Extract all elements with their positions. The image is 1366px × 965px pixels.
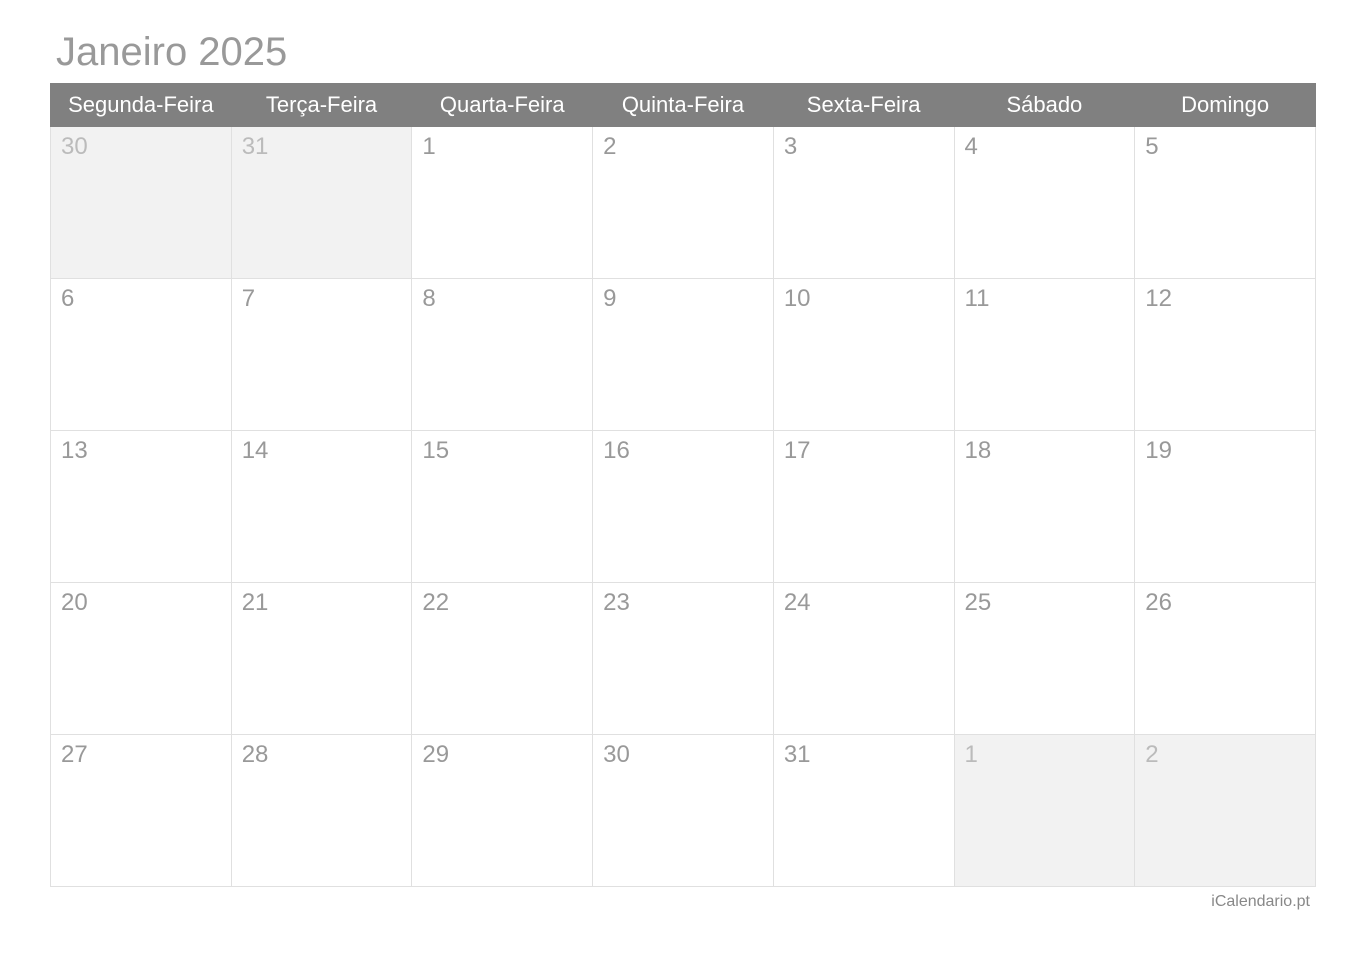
calendar-day-cell: 31 bbox=[231, 127, 412, 279]
weekday-header: Sábado bbox=[954, 84, 1135, 127]
calendar-day-cell: 3 bbox=[773, 127, 954, 279]
calendar-day-cell: 25 bbox=[954, 583, 1135, 735]
calendar-day-cell: 30 bbox=[593, 735, 774, 887]
calendar-day-cell: 1 bbox=[954, 735, 1135, 887]
footer-credit: iCalendario.pt bbox=[50, 893, 1316, 911]
calendar-day-cell: 17 bbox=[773, 431, 954, 583]
calendar-week-row: 27 28 29 30 31 1 2 bbox=[51, 735, 1316, 887]
calendar-day-cell: 6 bbox=[51, 279, 232, 431]
calendar-day-cell: 8 bbox=[412, 279, 593, 431]
calendar-day-cell: 23 bbox=[593, 583, 774, 735]
calendar-day-cell: 28 bbox=[231, 735, 412, 887]
calendar-day-cell: 14 bbox=[231, 431, 412, 583]
calendar-day-cell: 26 bbox=[1135, 583, 1316, 735]
calendar-week-row: 30 31 1 2 3 4 5 bbox=[51, 127, 1316, 279]
calendar-week-row: 6 7 8 9 10 11 12 bbox=[51, 279, 1316, 431]
calendar-day-cell: 16 bbox=[593, 431, 774, 583]
calendar-body: 30 31 1 2 3 4 5 6 7 8 9 10 11 12 13 14 1… bbox=[51, 127, 1316, 887]
calendar-day-cell: 5 bbox=[1135, 127, 1316, 279]
calendar-day-cell: 1 bbox=[412, 127, 593, 279]
weekday-header-row: Segunda-Feira Terça-Feira Quarta-Feira Q… bbox=[51, 84, 1316, 127]
calendar-grid: Segunda-Feira Terça-Feira Quarta-Feira Q… bbox=[50, 83, 1316, 887]
weekday-header: Domingo bbox=[1135, 84, 1316, 127]
weekday-header: Terça-Feira bbox=[231, 84, 412, 127]
calendar-day-cell: 24 bbox=[773, 583, 954, 735]
calendar-day-cell: 20 bbox=[51, 583, 232, 735]
calendar-day-cell: 29 bbox=[412, 735, 593, 887]
weekday-header: Quarta-Feira bbox=[412, 84, 593, 127]
calendar-day-cell: 22 bbox=[412, 583, 593, 735]
calendar-title: Janeiro 2025 bbox=[56, 30, 1316, 75]
calendar-day-cell: 18 bbox=[954, 431, 1135, 583]
calendar-day-cell: 13 bbox=[51, 431, 232, 583]
calendar-day-cell: 19 bbox=[1135, 431, 1316, 583]
calendar-day-cell: 7 bbox=[231, 279, 412, 431]
calendar-week-row: 20 21 22 23 24 25 26 bbox=[51, 583, 1316, 735]
calendar-day-cell: 12 bbox=[1135, 279, 1316, 431]
calendar-day-cell: 11 bbox=[954, 279, 1135, 431]
calendar-day-cell: 21 bbox=[231, 583, 412, 735]
calendar-week-row: 13 14 15 16 17 18 19 bbox=[51, 431, 1316, 583]
weekday-header: Segunda-Feira bbox=[51, 84, 232, 127]
calendar-day-cell: 2 bbox=[1135, 735, 1316, 887]
calendar-day-cell: 15 bbox=[412, 431, 593, 583]
calendar-day-cell: 10 bbox=[773, 279, 954, 431]
calendar-day-cell: 4 bbox=[954, 127, 1135, 279]
calendar-day-cell: 2 bbox=[593, 127, 774, 279]
weekday-header: Quinta-Feira bbox=[593, 84, 774, 127]
calendar-day-cell: 31 bbox=[773, 735, 954, 887]
weekday-header: Sexta-Feira bbox=[773, 84, 954, 127]
calendar-day-cell: 30 bbox=[51, 127, 232, 279]
calendar-day-cell: 27 bbox=[51, 735, 232, 887]
calendar-day-cell: 9 bbox=[593, 279, 774, 431]
